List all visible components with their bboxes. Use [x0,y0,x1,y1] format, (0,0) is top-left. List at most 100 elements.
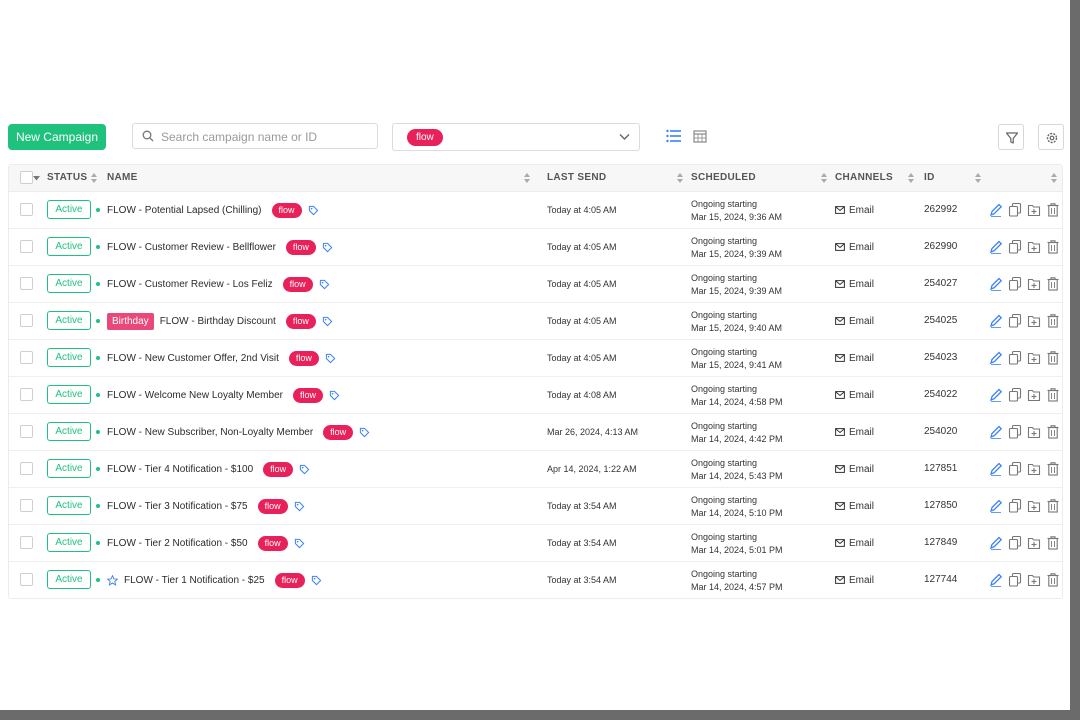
row-checkbox[interactable] [20,314,33,327]
edit-icon[interactable] [989,350,1003,366]
table-row[interactable]: Active FLOW - Tier 3 Notification - $75 … [9,488,1062,525]
calendar-view-icon[interactable] [693,129,707,143]
settings-button[interactable] [1038,124,1064,150]
add-icon[interactable] [1027,387,1041,403]
new-campaign-button[interactable]: New Campaign [8,124,106,150]
row-checkbox[interactable] [20,573,33,586]
edit-icon[interactable] [989,498,1003,514]
copy-icon[interactable] [1008,276,1022,292]
delete-icon[interactable] [1046,350,1060,366]
add-icon[interactable] [1027,239,1041,255]
campaign-name-link[interactable]: FLOW - New Customer Offer, 2nd Visit [107,353,279,364]
edit-icon[interactable] [989,276,1003,292]
campaign-name-link[interactable]: FLOW - Customer Review - Los Feliz [107,279,273,290]
tag-icon[interactable] [311,575,322,586]
tag-icon[interactable] [294,538,305,549]
copy-icon[interactable] [1008,498,1022,514]
delete-icon[interactable] [1046,461,1060,477]
add-icon[interactable] [1027,572,1041,588]
edit-icon[interactable] [989,424,1003,440]
sort-icon[interactable] [821,173,827,183]
sort-icon[interactable] [1051,173,1057,183]
star-icon[interactable] [107,574,118,586]
caret-down-icon[interactable] [33,176,40,181]
table-row[interactable]: Active FLOW - Customer Review - Los Feli… [9,266,1062,303]
edit-icon[interactable] [989,387,1003,403]
flow-tag[interactable]: flow [257,498,288,514]
delete-icon[interactable] [1046,424,1060,440]
edit-icon[interactable] [989,572,1003,588]
copy-icon[interactable] [1008,461,1022,477]
flow-tag[interactable]: flow [257,535,288,551]
row-checkbox[interactable] [20,277,33,290]
campaign-name-link[interactable]: FLOW - New Subscriber, Non-Loyalty Membe… [107,427,313,438]
search-box[interactable] [132,123,378,149]
add-icon[interactable] [1027,313,1041,329]
flow-tag[interactable]: flow [271,202,302,218]
header-status[interactable]: STATUS [47,165,87,191]
flow-tag[interactable]: flow [323,424,354,440]
sort-icon[interactable] [91,173,97,183]
copy-icon[interactable] [1008,535,1022,551]
tag-icon[interactable] [294,501,305,512]
tag-icon[interactable] [308,205,319,216]
delete-icon[interactable] [1046,313,1060,329]
delete-icon[interactable] [1046,202,1060,218]
tag-icon[interactable] [319,279,330,290]
row-checkbox[interactable] [20,425,33,438]
sort-icon[interactable] [908,173,914,183]
table-row[interactable]: Active FLOW - New Subscriber, Non-Loyalt… [9,414,1062,451]
header-channels[interactable]: CHANNELS [835,165,893,191]
sort-icon[interactable] [677,173,683,183]
edit-icon[interactable] [989,535,1003,551]
header-name[interactable]: NAME [107,165,138,191]
add-icon[interactable] [1027,461,1041,477]
campaign-name-link[interactable]: FLOW - Tier 1 Notification - $25 [124,575,265,586]
delete-icon[interactable] [1046,535,1060,551]
campaign-name-link[interactable]: FLOW - Tier 2 Notification - $50 [107,538,248,549]
select-all-checkbox[interactable] [20,171,33,184]
campaign-name-link[interactable]: FLOW - Welcome New Loyalty Member [107,390,283,401]
row-checkbox[interactable] [20,351,33,364]
campaign-name-link[interactable]: FLOW - Tier 3 Notification - $75 [107,501,248,512]
add-icon[interactable] [1027,498,1041,514]
tag-icon[interactable] [329,390,340,401]
copy-icon[interactable] [1008,239,1022,255]
table-row[interactable]: Active FLOW - Tier 2 Notification - $50 … [9,525,1062,562]
add-icon[interactable] [1027,202,1041,218]
search-input[interactable] [159,127,373,147]
table-row[interactable]: Active FLOW - New Customer Offer, 2nd Vi… [9,340,1062,377]
edit-icon[interactable] [989,461,1003,477]
delete-icon[interactable] [1046,572,1060,588]
row-checkbox[interactable] [20,536,33,549]
edit-icon[interactable] [989,313,1003,329]
delete-icon[interactable] [1046,276,1060,292]
row-checkbox[interactable] [20,462,33,475]
table-row[interactable]: Active FLOW - Tier 1 Notification - $25 … [9,562,1062,598]
flow-tag[interactable]: flow [285,313,316,329]
tag-icon[interactable] [299,464,310,475]
tag-filter-select[interactable]: flow [392,123,640,151]
copy-icon[interactable] [1008,350,1022,366]
table-row[interactable]: Active Birthday FLOW - Birthday Discount… [9,303,1062,340]
table-row[interactable]: Active FLOW - Customer Review - Bellflow… [9,229,1062,266]
table-row[interactable]: Active FLOW - Welcome New Loyalty Member… [9,377,1062,414]
row-checkbox[interactable] [20,499,33,512]
copy-icon[interactable] [1008,387,1022,403]
tag-icon[interactable] [322,316,333,327]
header-scheduled[interactable]: SCHEDULED [691,165,756,191]
tag-icon[interactable] [322,242,333,253]
flow-tag[interactable]: flow [274,572,305,588]
sort-icon[interactable] [524,173,530,183]
tag-icon[interactable] [325,353,336,364]
filter-button[interactable] [998,124,1024,150]
delete-icon[interactable] [1046,239,1060,255]
filter-chip-flow[interactable]: flow [407,129,443,146]
delete-icon[interactable] [1046,387,1060,403]
header-id[interactable]: ID [924,165,935,191]
list-view-icon[interactable] [666,129,682,143]
add-icon[interactable] [1027,535,1041,551]
copy-icon[interactable] [1008,202,1022,218]
header-last-send[interactable]: LAST SEND [547,165,606,191]
campaign-name-link[interactable]: FLOW - Customer Review - Bellflower [107,242,276,253]
